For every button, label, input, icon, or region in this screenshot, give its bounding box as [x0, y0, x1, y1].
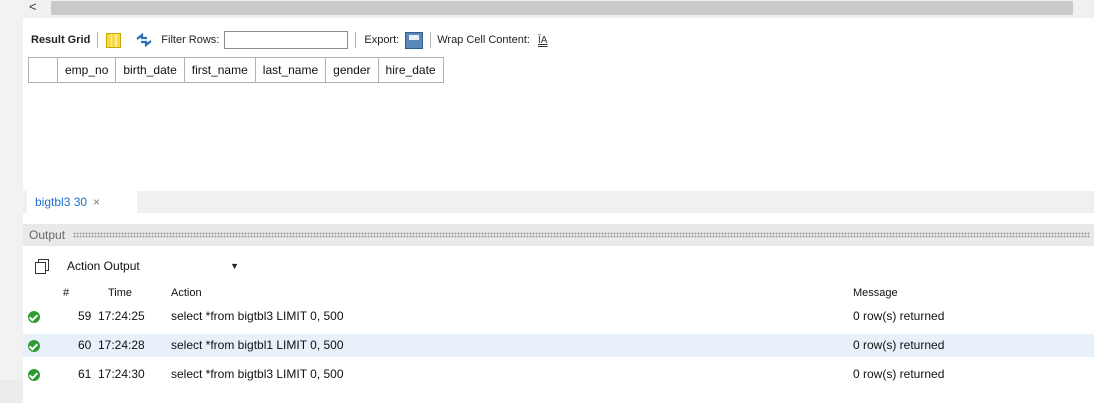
- output-row[interactable]: 60 17:24:28 select *from bigtbl1 LIMIT 0…: [23, 334, 1094, 357]
- check-circle-icon: [28, 311, 40, 323]
- column-header-hire-date[interactable]: hire_date: [379, 58, 444, 82]
- row-time: 17:24:28: [98, 338, 145, 352]
- column-header-last-name[interactable]: last_name: [256, 58, 327, 82]
- toolbar-divider: [355, 32, 357, 48]
- row-number: 59: [78, 309, 92, 323]
- toolbar-divider: [97, 32, 99, 48]
- save-icon: [405, 31, 424, 49]
- column-header-first-name[interactable]: first_name: [185, 58, 256, 82]
- result-grid-toolbar: Result Grid Filter Rows: Export: Wrap Ce…: [23, 28, 1094, 52]
- grid-corner[interactable]: [28, 58, 58, 82]
- column-header-emp-no[interactable]: emp_no: [58, 58, 117, 82]
- row-action: select *from bigtbl3 LIMIT 0, 500: [171, 309, 344, 323]
- wrap-cell-content-label: Wrap Cell Content:: [437, 34, 530, 46]
- drag-handle[interactable]: [73, 232, 1090, 238]
- toolbar-divider: [430, 32, 432, 48]
- column-header-birth-date[interactable]: birth_date: [116, 58, 185, 82]
- row-number: 60: [78, 338, 92, 352]
- refresh-icon: [136, 33, 152, 47]
- result-tab-label: bigtbl3 30: [35, 195, 88, 209]
- chevron-down-icon: ▼: [230, 261, 239, 271]
- output-row[interactable]: 61 17:24:30 select *from bigtbl3 LIMIT 0…: [23, 363, 1094, 386]
- column-header-gender[interactable]: gender: [326, 58, 379, 82]
- export-label: Export:: [364, 34, 400, 46]
- gutter-lower: [0, 380, 23, 403]
- header-action[interactable]: Action: [171, 287, 202, 299]
- row-action: select *from bigtbl3 LIMIT 0, 500: [171, 367, 344, 381]
- refresh-button[interactable]: [135, 33, 153, 47]
- row-message: 0 row(s) returned: [853, 367, 945, 381]
- row-message: 0 row(s) returned: [853, 338, 945, 352]
- header-message[interactable]: Message: [853, 287, 898, 299]
- output-table-header: # Time Action Message: [23, 286, 1094, 302]
- result-tab-strip: bigtbl3 30 ×: [23, 191, 1094, 213]
- export-button[interactable]: [405, 31, 424, 49]
- horizontal-scrollbar[interactable]: <: [23, 0, 1094, 18]
- check-circle-icon: [28, 369, 40, 381]
- result-tab[interactable]: bigtbl3 30 ×: [27, 191, 137, 213]
- grid-icon: [106, 32, 122, 48]
- grid-view-button[interactable]: [106, 32, 122, 48]
- header-time[interactable]: Time: [108, 287, 132, 299]
- output-title: Output: [29, 228, 66, 242]
- result-grid-header: emp_no birth_date first_name last_name g…: [28, 57, 444, 83]
- header-number[interactable]: #: [63, 287, 69, 299]
- left-gutter: [0, 0, 23, 403]
- wrap-cell-content-icon[interactable]: ĪA: [538, 35, 547, 46]
- output-type-select[interactable]: Action Output ▼: [67, 256, 245, 276]
- scroll-left-arrow[interactable]: <: [29, 0, 41, 14]
- row-time: 17:24:30: [98, 367, 145, 381]
- output-panel-header: Output: [23, 224, 1094, 246]
- result-grid-tab[interactable]: Result Grid: [31, 34, 90, 46]
- filter-rows-label: Filter Rows:: [161, 34, 220, 46]
- row-message: 0 row(s) returned: [853, 309, 945, 323]
- check-circle-icon: [28, 340, 40, 352]
- close-icon[interactable]: ×: [93, 195, 100, 209]
- output-row[interactable]: 59 17:24:25 select *from bigtbl3 LIMIT 0…: [23, 305, 1094, 328]
- output-controls: Action Output ▼: [23, 255, 1094, 277]
- row-time: 17:24:25: [98, 309, 145, 323]
- row-number: 61: [78, 367, 92, 381]
- scroll-thumb[interactable]: [51, 1, 1073, 15]
- output-type-value: Action Output: [67, 259, 140, 273]
- row-action: select *from bigtbl1 LIMIT 0, 500: [171, 338, 344, 352]
- filter-rows-input[interactable]: [224, 31, 349, 49]
- copy-icon[interactable]: [35, 259, 49, 274]
